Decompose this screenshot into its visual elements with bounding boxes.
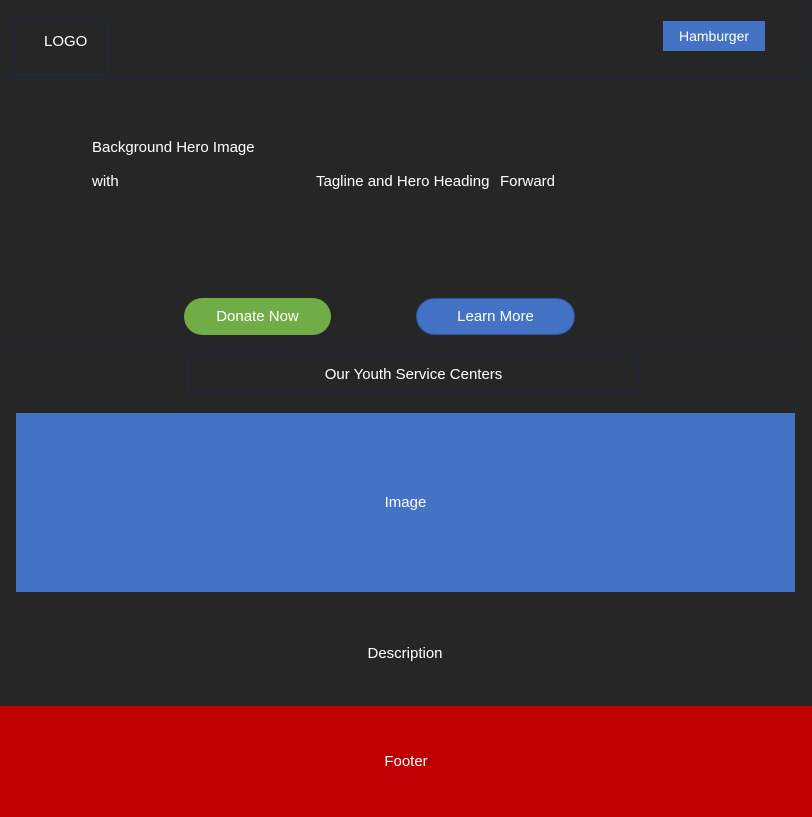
hero-section	[0, 80, 810, 342]
description-block: Description	[0, 600, 810, 706]
section-title: Our Youth Service Centers	[188, 355, 639, 393]
image-label: Image	[384, 494, 427, 511]
section-title-text: Our Youth Service Centers	[324, 365, 503, 383]
hero-line-2-left: with	[92, 173, 119, 190]
service-center-image: Image	[16, 413, 795, 592]
hero-line-1: Background Hero Image	[92, 139, 255, 156]
hero-line-2-right: Forward	[500, 173, 556, 190]
learn-more-button[interactable]: Learn More	[416, 298, 575, 335]
donate-now-button[interactable]: Donate Now	[184, 298, 331, 335]
footer-label: Footer	[384, 753, 428, 770]
description-label: Description	[367, 644, 443, 662]
logo-label: LOGO	[44, 33, 88, 50]
hero-heading: Tagline and Hero Heading	[316, 173, 490, 190]
site-footer: Footer	[0, 706, 812, 817]
hamburger-menu-button[interactable]: Hamburger	[663, 21, 765, 51]
